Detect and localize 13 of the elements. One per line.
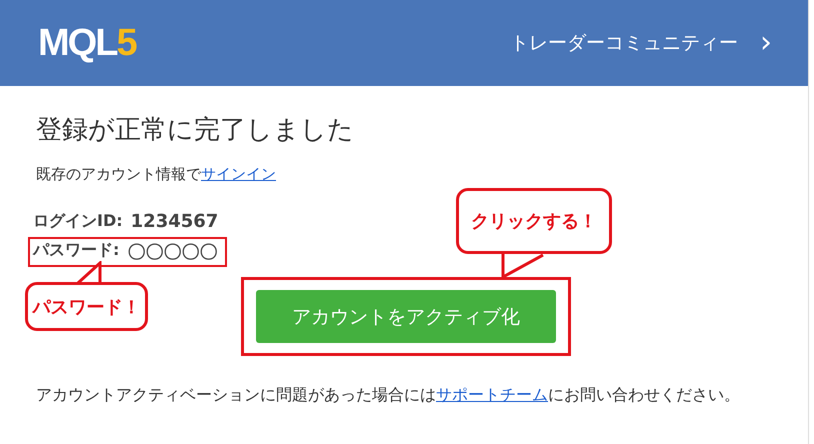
page-title: 登録が正常に完了しました [36,114,355,147]
community-link[interactable]: トレーダーコミュニティー › [510,28,772,58]
support-text: アカウントアクティベーションに問題があった場合にはサポートチームにお問い合わせください。 [36,384,741,406]
credential-value: 1234567 [130,211,218,232]
credential-label: ログインID: [33,211,123,232]
activate-button[interactable]: アカウントをアクティブ化 [256,290,556,343]
signin-link[interactable]: サインイン [201,165,276,183]
credential-label: パスワード: [33,240,120,261]
support-link[interactable]: サポートチーム [436,385,548,404]
logo[interactable]: MQL5 [38,22,136,64]
credential-value: 〇〇〇〇〇 [127,241,218,264]
signin-text: 既存のアカウント情報でサインイン [36,165,277,184]
chevron-icon: › [760,28,772,58]
